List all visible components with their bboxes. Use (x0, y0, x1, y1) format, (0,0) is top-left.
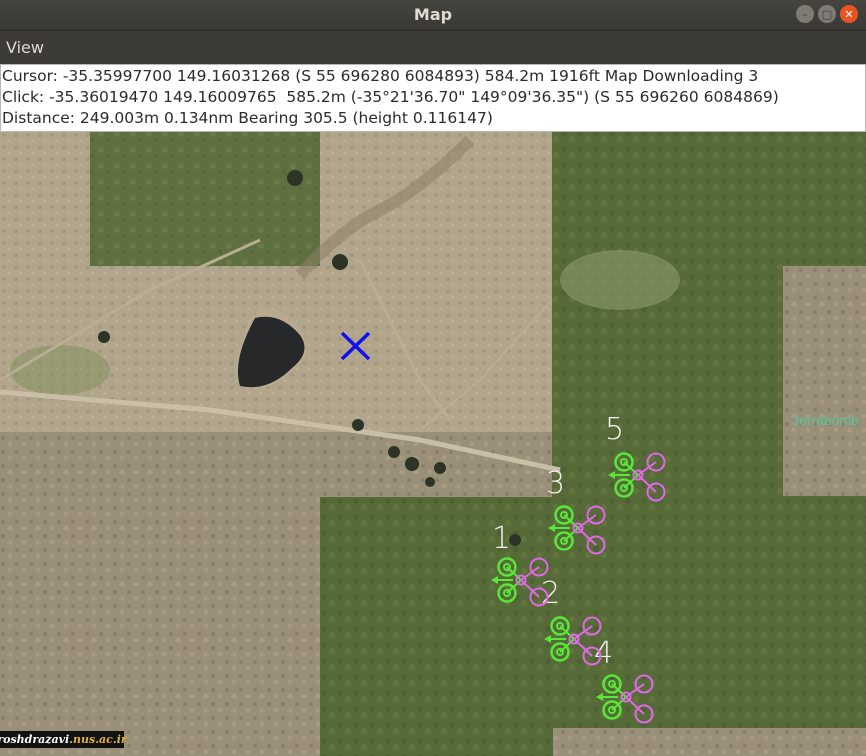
pale-patch (560, 250, 680, 310)
window-title: Map (413, 5, 453, 24)
distance-info: Distance: 249.003m 0.134nm Bearing 305.5… (2, 109, 493, 127)
title-bar: Map – □ ✕ (0, 0, 866, 31)
info-panel: Cursor: -35.35997700 149.16031268 (S 55 … (0, 64, 866, 132)
map-view[interactable]: Jerrabomb 1 2 3 4 5 (0, 132, 866, 756)
click-info: Click: -35.36019470 149.16009765 585.2m … (2, 88, 779, 106)
vehicle-label-5: 5 (605, 412, 624, 447)
watermark-suffix: .nus.ac.ir (69, 733, 127, 746)
watermark-prefix: roshdrazavi (0, 733, 70, 746)
vehicle-label-3: 3 (546, 466, 565, 501)
menu-bar: View (0, 31, 866, 64)
tile-dry-right (783, 266, 866, 496)
tile-green-bottom (320, 497, 866, 756)
window-controls: – □ ✕ (796, 5, 858, 23)
minimize-icon[interactable]: – (796, 5, 814, 23)
tile-dry-bottom (553, 728, 866, 756)
vehicle-label-2: 2 (541, 576, 560, 611)
vehicle-label-4: 4 (594, 636, 613, 671)
cursor-info: Cursor: -35.35997700 149.16031268 (S 55 … (2, 67, 759, 85)
menu-view[interactable]: View (6, 38, 44, 57)
tile-green-top (90, 132, 320, 266)
place-label-jerrabomb: Jerrabomb (792, 412, 859, 428)
maximize-icon[interactable]: □ (818, 5, 836, 23)
close-icon[interactable]: ✕ (840, 5, 858, 23)
watermark: roshdrazavi .nus.ac.ir (0, 731, 127, 748)
vehicle-label-1: 1 (492, 521, 511, 556)
grass-patch (10, 345, 110, 395)
map-canvas[interactable]: Jerrabomb 1 2 3 4 5 (0, 132, 866, 756)
